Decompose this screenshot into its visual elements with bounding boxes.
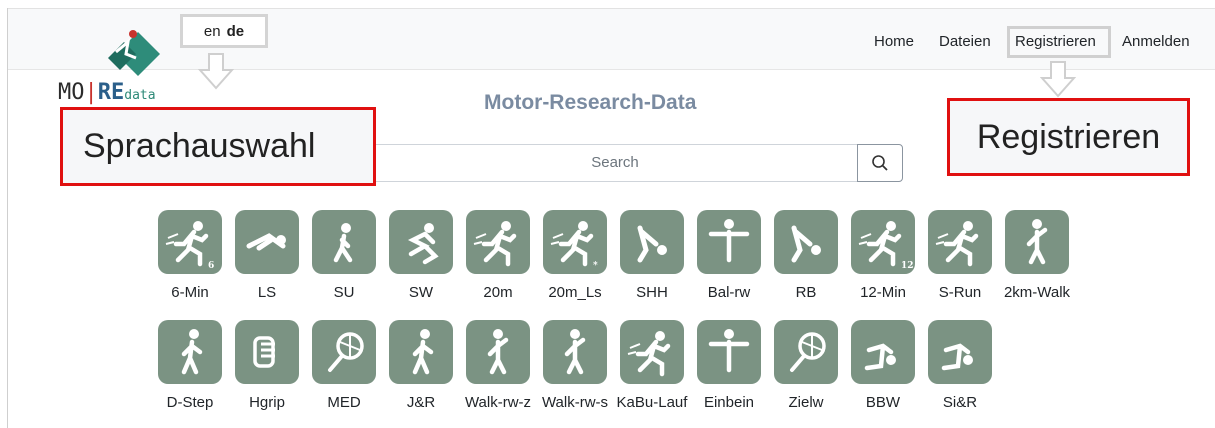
nav-login-link[interactable]: Anmelden xyxy=(1122,33,1190,50)
svg-text:12: 12 xyxy=(901,261,914,271)
test-label[interactable]: Walk-rw-s xyxy=(537,394,613,411)
test-label[interactable]: 2km-Walk xyxy=(999,284,1075,301)
test-tile-su[interactable] xyxy=(312,210,376,274)
test-tile-shh[interactable] xyxy=(620,210,684,274)
athlete-pictogram-icon: 6 xyxy=(165,221,214,271)
test-label[interactable]: 20m_Ls xyxy=(537,284,613,301)
svg-text:*: * xyxy=(593,261,598,271)
svg-text:6: 6 xyxy=(208,261,214,271)
test-tile-hgrip[interactable] xyxy=(235,320,299,384)
test-tile-12-min[interactable]: 12 xyxy=(851,210,915,274)
athlete-pictogram-icon xyxy=(564,329,586,375)
athlete-pictogram-icon xyxy=(328,332,364,372)
test-label[interactable]: Walk-rw-z xyxy=(460,394,536,411)
nav-register-link[interactable]: Registrieren xyxy=(1015,33,1096,50)
athlete-pictogram-icon xyxy=(473,221,517,267)
test-tile-walk-rw-z[interactable] xyxy=(466,320,530,384)
language-switcher: en de xyxy=(180,14,268,48)
test-tile-einbein[interactable] xyxy=(697,320,761,384)
test-label[interactable]: SU xyxy=(306,284,382,301)
test-label[interactable]: Zielw xyxy=(768,394,844,411)
language-callout: Sprachauswahl xyxy=(60,107,376,186)
test-label[interactable]: SW xyxy=(383,284,459,301)
test-tile-walk-rw-s[interactable] xyxy=(543,320,607,384)
test-label[interactable]: Hgrip xyxy=(229,394,305,411)
test-tile-s-run[interactable] xyxy=(928,210,992,274)
athlete-pictogram-icon xyxy=(935,221,979,267)
nav-home-link[interactable]: Home xyxy=(874,33,914,50)
athlete-pictogram-icon xyxy=(333,223,353,263)
test-tile-20m[interactable] xyxy=(466,210,530,274)
test-label[interactable]: 6-Min xyxy=(152,284,228,301)
search-input[interactable]: Search xyxy=(372,144,858,182)
athlete-pictogram-icon xyxy=(407,223,439,265)
test-tile-sw[interactable] xyxy=(389,210,453,274)
test-label[interactable]: Bal-rw xyxy=(691,284,767,301)
athlete-pictogram-icon xyxy=(708,219,750,263)
test-label[interactable]: KaBu-Lauf xyxy=(614,394,690,411)
athlete-pictogram-icon xyxy=(412,329,434,375)
test-tile-d-step[interactable] xyxy=(158,320,222,384)
test-tile-2km-walk[interactable] xyxy=(1005,210,1069,274)
language-arrow-icon xyxy=(198,53,234,90)
athlete-pictogram-icon xyxy=(246,233,286,251)
test-label[interactable]: J&R xyxy=(383,394,459,411)
test-tile-j-r[interactable] xyxy=(389,320,453,384)
site-title: Motor-Research-Data xyxy=(484,91,697,114)
lang-de-link[interactable]: de xyxy=(227,23,245,40)
test-tile-zielw[interactable] xyxy=(774,320,838,384)
athlete-pictogram-icon: * xyxy=(550,221,598,271)
logo-data-text: data xyxy=(124,88,156,103)
test-label[interactable]: S-Run xyxy=(922,284,998,301)
athlete-pictogram-icon xyxy=(791,225,821,263)
test-tile-bal-rw[interactable] xyxy=(697,210,761,274)
test-tile-6-min[interactable]: 6 xyxy=(158,210,222,274)
register-callout: Registrieren xyxy=(947,98,1190,176)
test-tile-ls[interactable] xyxy=(235,210,299,274)
athlete-pictogram-icon xyxy=(181,329,203,375)
logo-re-text: RE xyxy=(97,80,125,105)
athlete-pictogram-icon xyxy=(941,343,973,371)
test-label[interactable]: 12-Min xyxy=(845,284,921,301)
test-label[interactable]: LS xyxy=(229,284,305,301)
athlete-pictogram-icon: 12 xyxy=(858,221,914,271)
test-tile-bbw[interactable] xyxy=(851,320,915,384)
test-label[interactable]: RB xyxy=(768,284,844,301)
test-tile-med[interactable] xyxy=(312,320,376,384)
lang-en-link[interactable]: en xyxy=(204,23,221,40)
test-tile-rb[interactable] xyxy=(774,210,838,274)
athlete-pictogram-icon xyxy=(637,225,667,263)
logo-wordmark: MO|REdata xyxy=(58,80,156,105)
test-tile-si-r[interactable] xyxy=(928,320,992,384)
athlete-pictogram-icon xyxy=(253,336,275,368)
test-label[interactable]: SHH xyxy=(614,284,690,301)
search-icon xyxy=(872,155,888,171)
test-tile-kabu-lauf[interactable] xyxy=(620,320,684,384)
athlete-pictogram-icon xyxy=(1026,219,1048,265)
test-label[interactable]: BBW xyxy=(845,394,921,411)
test-label[interactable]: Einbein xyxy=(691,394,767,411)
search-button[interactable] xyxy=(857,144,903,182)
register-arrow-icon xyxy=(1040,61,1076,98)
athlete-pictogram-icon xyxy=(627,331,671,377)
athlete-pictogram-icon xyxy=(790,332,826,372)
athlete-pictogram-icon xyxy=(864,343,896,371)
athlete-pictogram-icon xyxy=(708,329,750,373)
test-label[interactable]: D-Step xyxy=(152,394,228,411)
test-tile-20m-ls[interactable]: * xyxy=(543,210,607,274)
test-label[interactable]: Si&R xyxy=(922,394,998,411)
athlete-pictogram-icon xyxy=(487,329,509,375)
page-frame-left xyxy=(7,8,8,428)
test-label[interactable]: MED xyxy=(306,394,382,411)
logo-mo-text: MO xyxy=(58,80,85,105)
test-label[interactable]: 20m xyxy=(460,284,536,301)
nav-files-link[interactable]: Dateien xyxy=(939,33,991,50)
